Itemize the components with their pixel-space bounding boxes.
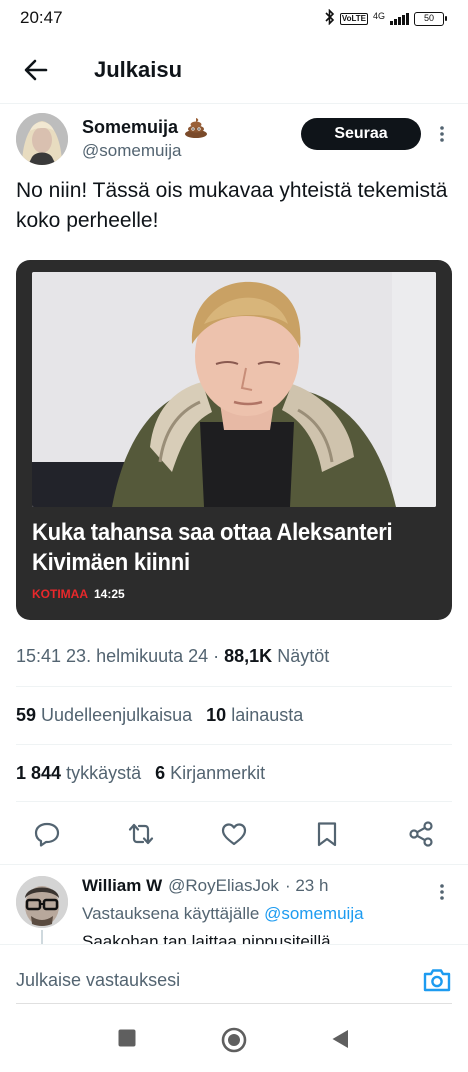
heart-icon xyxy=(221,823,247,846)
author-name-row: Somemuija xyxy=(82,116,208,138)
reply-avatar[interactable] xyxy=(16,876,68,928)
share-icon xyxy=(409,821,433,847)
reposts-count: 59 xyxy=(16,705,37,725)
quotes-count: 10 xyxy=(206,705,227,725)
reply-author-name[interactable]: William W xyxy=(82,876,162,896)
arrow-left-icon xyxy=(24,59,48,81)
reply-text: Saakohan tan laittaa nippusiteillä xyxy=(82,932,331,944)
likes-count: 1 844 xyxy=(16,763,62,783)
compose-bar: Julkaise vastauksesi xyxy=(0,944,468,1006)
card-image xyxy=(32,272,436,507)
card-meta: KOTIMAA 14:25 xyxy=(32,587,125,601)
card-category: KOTIMAA xyxy=(32,587,88,601)
divider xyxy=(16,686,452,687)
more-vertical-icon xyxy=(440,884,444,900)
bookmarks-label: Kirjanmerkit xyxy=(170,763,266,783)
likes-label: tykkäystä xyxy=(66,763,142,783)
reply-icon xyxy=(34,822,60,847)
views-count: 88,1K xyxy=(224,646,273,666)
views-label: Näytöt xyxy=(277,646,330,666)
likes-stat[interactable]: 1 844 tykkäystä xyxy=(16,763,141,784)
more-options-button[interactable] xyxy=(434,122,450,146)
reposts-stats-row: 59 Uudelleenjulkaisua 10 lainausta xyxy=(16,705,303,726)
status-icons: VoLTE 4G 50 xyxy=(325,8,447,29)
compose-divider xyxy=(16,1003,452,1004)
author-handle[interactable]: @somemuija xyxy=(82,141,181,161)
volte-icon: VoLTE xyxy=(339,13,368,25)
post-timestamp[interactable]: 15:41 23. helmikuuta 24 xyxy=(16,646,208,666)
header: Julkaisu xyxy=(0,36,468,104)
camera-icon xyxy=(423,969,451,992)
more-vertical-icon xyxy=(440,126,444,142)
follow-button[interactable]: Seuraa xyxy=(301,118,421,150)
share-button[interactable] xyxy=(407,820,435,848)
repost-button[interactable] xyxy=(127,820,155,848)
bookmarks-count: 6 xyxy=(155,763,166,783)
status-bar: 20:47 VoLTE 4G 50 xyxy=(0,0,468,36)
battery-icon: 50 xyxy=(414,12,447,26)
reply-to-line: Vastauksena käyttäjälle @somemuija xyxy=(82,904,364,924)
reply-input[interactable]: Julkaise vastauksesi xyxy=(16,970,180,991)
author-avatar[interactable] xyxy=(16,113,68,165)
card-headline: Kuka tahansa saa ottaa Aleksanteri Kivim… xyxy=(32,519,393,576)
bookmark-icon xyxy=(317,822,337,847)
system-back-button[interactable] xyxy=(331,1029,349,1054)
post-meta: 15:41 23. helmikuuta 24 · 88,1K Näytöt xyxy=(16,646,329,667)
signal-icon xyxy=(390,13,409,25)
status-time: 20:47 xyxy=(20,8,63,27)
quotes-label: lainausta xyxy=(231,705,304,725)
reposts-stat[interactable]: 59 Uudelleenjulkaisua xyxy=(16,705,192,726)
action-bar xyxy=(0,812,468,858)
quotes-stat[interactable]: 10 lainausta xyxy=(206,705,303,726)
square-icon xyxy=(118,1029,136,1047)
triangle-back-icon xyxy=(332,1030,348,1048)
link-card[interactable]: Kuka tahansa saa ottaa Aleksanteri Kivim… xyxy=(16,260,452,620)
home-button[interactable] xyxy=(221,1027,247,1058)
camera-button[interactable] xyxy=(422,966,452,994)
circle-icon xyxy=(221,1027,247,1053)
divider xyxy=(16,744,452,745)
likes-stats-row: 1 844 tykkäystä 6 Kirjanmerkit xyxy=(16,763,265,784)
reply-more-button[interactable] xyxy=(434,880,450,904)
battery-level: 50 xyxy=(423,13,434,23)
repost-icon xyxy=(128,823,154,845)
reposts-label: Uudelleenjulkaisua xyxy=(41,705,193,725)
reply-time: · 23 h xyxy=(284,876,329,895)
divider xyxy=(16,801,452,802)
divider xyxy=(0,864,468,865)
like-button[interactable] xyxy=(220,820,248,848)
recent-apps-button[interactable] xyxy=(118,1029,136,1052)
meta-separator: · xyxy=(208,646,225,666)
post-text: No niin! Tässä ois mukavaa yhteistä teke… xyxy=(16,179,448,232)
reply-author-handle[interactable]: @RoyEliasJok xyxy=(168,876,279,896)
network-label: 4G xyxy=(372,10,385,21)
reply-button[interactable] xyxy=(33,820,61,848)
reply-header: William W @RoyEliasJok · 23 h xyxy=(82,876,328,896)
page-title: Julkaisu xyxy=(94,57,183,82)
reply-to-prefix: Vastauksena käyttäjälle xyxy=(82,904,260,923)
bookmarks-stat[interactable]: 6 Kirjanmerkit xyxy=(155,763,265,784)
reply-to-mention[interactable]: @somemuija xyxy=(264,904,363,923)
bluetooth-icon xyxy=(325,8,335,29)
back-button[interactable] xyxy=(20,54,52,86)
card-time: 14:25 xyxy=(94,587,125,601)
author-name[interactable]: Somemuija xyxy=(82,117,178,138)
poop-emoji-icon xyxy=(184,116,208,138)
bookmark-button[interactable] xyxy=(313,820,341,848)
system-navigation-bar xyxy=(0,1010,468,1072)
